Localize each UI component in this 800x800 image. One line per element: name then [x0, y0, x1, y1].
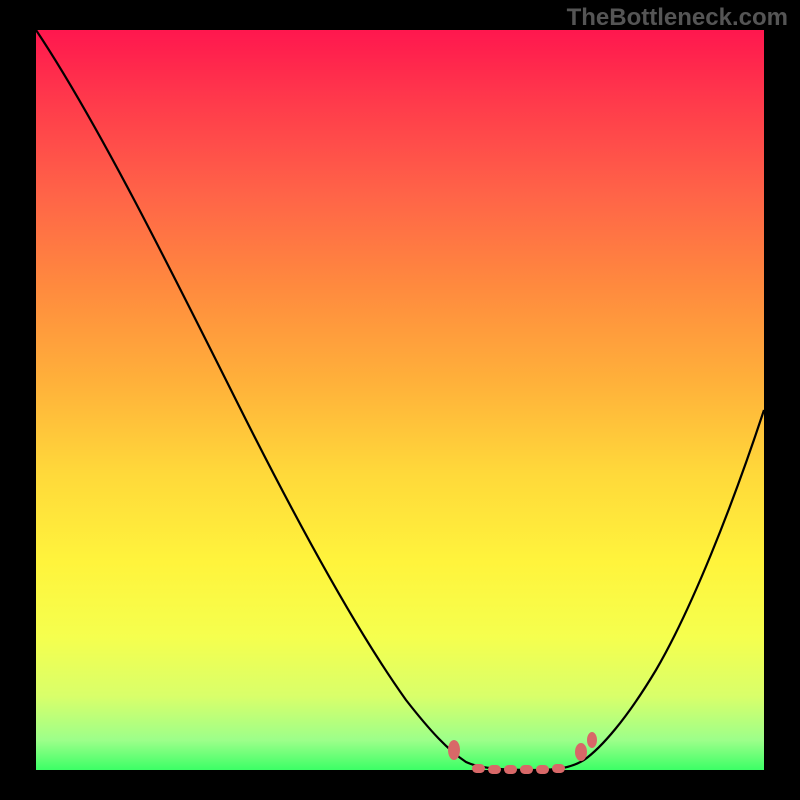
marker-right-tick [575, 743, 587, 761]
plot-area [36, 30, 764, 770]
marker-left-tick [448, 740, 460, 760]
watermark-text: TheBottleneck.com [567, 4, 788, 32]
bottleneck-curve [36, 30, 764, 770]
marker-right-tick-upper [587, 732, 597, 748]
curve-svg [36, 30, 764, 770]
